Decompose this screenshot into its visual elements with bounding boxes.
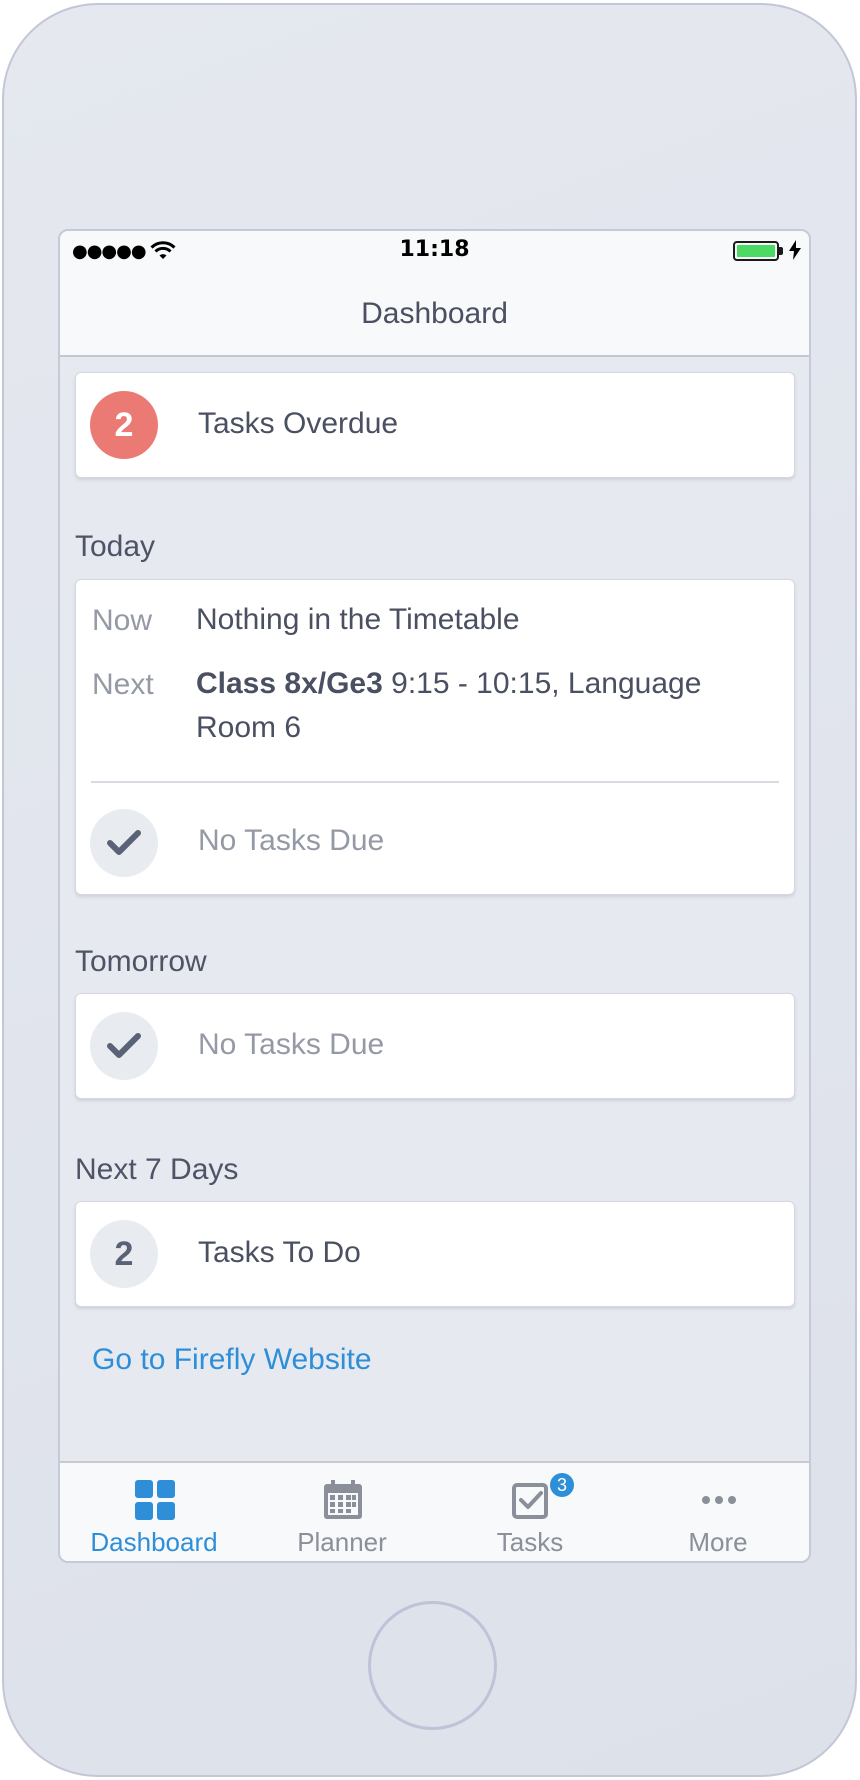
divider (91, 781, 779, 783)
page-title: Dashboard (361, 297, 508, 330)
battery-tip (779, 247, 783, 255)
app-screen: ●●●●● 11:18 Dashboard 2 Tasks Overdue To… (58, 229, 811, 1563)
tasks-count-badge: 3 (548, 1471, 576, 1499)
today-no-tasks-label: No Tasks Due (198, 824, 385, 857)
battery-icon (733, 241, 779, 261)
tab-tasks[interactable]: 3 Tasks (436, 1463, 624, 1561)
tab-bar: Dashboard Planner 3 Tasks More (60, 1461, 809, 1561)
overdue-count-badge: 2 (90, 391, 158, 459)
section-title-today: Today (75, 530, 156, 563)
checkbox-icon (512, 1483, 548, 1519)
status-time: 11:18 (399, 237, 470, 262)
tomorrow-no-tasks-label: No Tasks Due (198, 1028, 385, 1061)
next-label: Next (92, 668, 154, 701)
dashboard-grid-icon (135, 1480, 175, 1520)
tasks-to-do-card[interactable]: 2 Tasks To Do (75, 1201, 795, 1307)
firefly-website-link[interactable]: Go to Firefly Website (92, 1343, 372, 1377)
checkmark-icon (90, 1012, 158, 1080)
tab-planner[interactable]: Planner (248, 1463, 436, 1561)
section-title-tomorrow: Tomorrow (75, 945, 207, 978)
now-value: Nothing in the Timetable (196, 603, 520, 636)
tab-more-label: More (688, 1527, 748, 1557)
next-class-detail[interactable]: Class 8x/Ge3 9:15 - 10:15, Language Room… (196, 662, 756, 750)
phone-frame: ●●●●● 11:18 Dashboard 2 Tasks Overdue To… (2, 3, 857, 1777)
ellipsis-icon (702, 1496, 736, 1504)
tab-planner-label: Planner (297, 1527, 387, 1557)
charging-icon (789, 240, 801, 264)
home-button[interactable] (368, 1601, 497, 1730)
tab-dashboard[interactable]: Dashboard (60, 1463, 248, 1561)
navigation-bar: Dashboard (60, 271, 809, 357)
tasks-to-do-label: Tasks To Do (198, 1236, 361, 1269)
tomorrow-card: No Tasks Due (75, 993, 795, 1099)
tasks-overdue-label: Tasks Overdue (198, 407, 399, 440)
tab-tasks-label: Tasks (496, 1527, 564, 1557)
section-title-next-7-days: Next 7 Days (75, 1153, 239, 1186)
tab-dashboard-label: Dashboard (90, 1527, 218, 1557)
tab-more[interactable]: More (624, 1463, 809, 1561)
today-card: Now Nothing in the Timetable Next Class … (75, 579, 795, 895)
now-label: Now (92, 604, 153, 637)
status-bar: ●●●●● 11:18 (60, 231, 809, 271)
tasks-overdue-card[interactable]: 2 Tasks Overdue (75, 372, 795, 478)
calendar-icon (324, 1480, 362, 1519)
checkmark-icon (90, 809, 158, 877)
tasks-to-do-count-badge: 2 (90, 1220, 158, 1288)
next-class-name: Class 8x/Ge3 (196, 667, 383, 700)
